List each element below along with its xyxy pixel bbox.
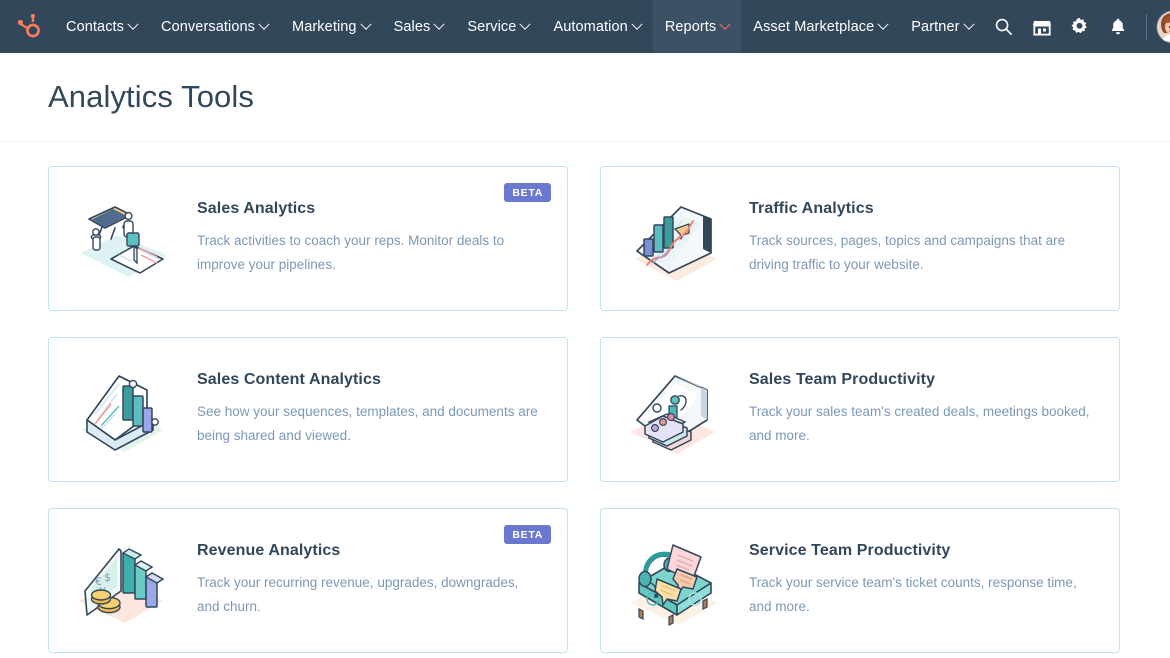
hubspot-sprocket-logo[interactable] bbox=[0, 0, 54, 53]
nav-item-marketing[interactable]: Marketing bbox=[280, 0, 382, 53]
nav-item-partner[interactable]: Partner bbox=[899, 0, 984, 53]
nav-item-label: Conversations bbox=[161, 18, 256, 35]
nav-item-contacts[interactable]: Contacts bbox=[54, 0, 149, 53]
chevron-down-icon bbox=[433, 18, 446, 30]
nav-actions bbox=[985, 0, 1170, 53]
card-title: Sales Analytics bbox=[197, 200, 316, 217]
card-title: Sales Content Analytics bbox=[197, 371, 381, 388]
nav-item-conversations[interactable]: Conversations bbox=[149, 0, 280, 53]
avatar[interactable] bbox=[1155, 9, 1170, 44]
chevron-down-icon bbox=[359, 18, 372, 30]
card-title: Traffic Analytics bbox=[749, 200, 874, 217]
nav-item-service[interactable]: Service bbox=[455, 0, 541, 53]
card-description: Track your sales team's created deals, m… bbox=[749, 404, 1090, 443]
card-body: Service Team Productivity Track your ser… bbox=[749, 542, 1097, 619]
currency-coins-bar-chart-illustration: € $ ¥ bbox=[67, 531, 179, 631]
svg-text:$: $ bbox=[104, 571, 111, 584]
card-body: Revenue Analytics Track your recurring r… bbox=[197, 542, 545, 619]
card-sales-content-analytics[interactable]: Sales Content Analytics See how your seq… bbox=[48, 337, 568, 482]
status-badge: BETA bbox=[504, 183, 551, 202]
card-title: Revenue Analytics bbox=[197, 542, 341, 559]
card-sales-team-productivity[interactable]: Sales Team Productivity Track your sales… bbox=[600, 337, 1120, 482]
page-title: Analytics Tools bbox=[48, 79, 254, 114]
dashboard-cards-illustration bbox=[619, 360, 731, 460]
nav-item-sales[interactable]: Sales bbox=[382, 0, 456, 53]
primary-nav-menu: Contacts Conversations Marketing Sales S… bbox=[54, 0, 985, 53]
card-body: Sales Analytics Track activities to coac… bbox=[197, 200, 545, 277]
card-traffic-analytics[interactable]: Traffic Analytics Track sources, pages, … bbox=[600, 166, 1120, 311]
marketplace-storefront-icon bbox=[1032, 20, 1051, 36]
card-service-team-productivity[interactable]: Service Team Productivity Track your ser… bbox=[600, 508, 1120, 653]
nav-item-label: Sales bbox=[393, 18, 431, 35]
card-description: Track your service team's ticket counts,… bbox=[749, 575, 1077, 614]
chevron-down-icon bbox=[519, 18, 532, 30]
chevron-down-icon bbox=[127, 18, 139, 30]
nav-item-label: Marketing bbox=[292, 18, 357, 35]
card-sales-analytics[interactable]: Sales Analytics Track activities to coac… bbox=[48, 166, 568, 311]
headset-support-desk-illustration bbox=[619, 531, 731, 631]
card-description: See how your sequences, templates, and d… bbox=[197, 404, 538, 443]
card-revenue-analytics[interactable]: € $ ¥ Revenue Analytics Track y bbox=[48, 508, 568, 653]
chevron-down-icon bbox=[719, 18, 731, 30]
chevron-down-icon bbox=[962, 18, 975, 30]
nav-item-reports[interactable]: Reports bbox=[652, 0, 742, 53]
laptop-bar-chart-illustration bbox=[619, 189, 731, 289]
hubspot-sprocket-logo-icon bbox=[17, 13, 40, 37]
analytics-tools-content: Sales Analytics Track activities to coac… bbox=[0, 142, 1170, 653]
chevron-down-icon bbox=[631, 18, 643, 30]
top-navigation-bar: Contacts Conversations Marketing Sales S… bbox=[0, 0, 1170, 53]
card-body: Traffic Analytics Track sources, pages, … bbox=[749, 200, 1097, 277]
card-description: Track activities to coach your reps. Mon… bbox=[197, 233, 505, 272]
analytics-tools-grid: Sales Analytics Track activities to coac… bbox=[48, 166, 1122, 653]
chevron-down-icon bbox=[877, 18, 889, 30]
page-header: Analytics Tools bbox=[0, 53, 1170, 142]
search-icon bbox=[995, 18, 1012, 35]
card-description: Track sources, pages, topics and campaig… bbox=[749, 233, 1066, 272]
nav-item-label: Reports bbox=[664, 18, 717, 35]
notifications-button[interactable] bbox=[1099, 0, 1137, 53]
nav-item-label: Automation bbox=[553, 18, 628, 35]
chevron-down-icon bbox=[258, 18, 270, 30]
user-avatar-image bbox=[1156, 10, 1170, 43]
marketplace-button[interactable] bbox=[1023, 0, 1061, 53]
nav-item-label: Service bbox=[467, 18, 517, 35]
settings-button[interactable] bbox=[1061, 0, 1099, 53]
chalkboard-people-book-illustration bbox=[67, 189, 179, 289]
card-title: Service Team Productivity bbox=[749, 542, 951, 559]
status-badge: BETA bbox=[504, 525, 551, 544]
card-body: Sales Content Analytics See how your seq… bbox=[197, 371, 545, 448]
nav-item-label: Contacts bbox=[66, 18, 125, 35]
bell-notifications-icon bbox=[1111, 18, 1124, 35]
card-description: Track your recurring revenue, upgrades, … bbox=[197, 575, 519, 614]
nav-item-automation[interactable]: Automation bbox=[541, 0, 652, 53]
nav-item-asset-marketplace[interactable]: Asset Marketplace bbox=[741, 0, 899, 53]
card-body: Sales Team Productivity Track your sales… bbox=[749, 371, 1097, 448]
card-title: Sales Team Productivity bbox=[749, 371, 936, 388]
nav-item-label: Partner bbox=[911, 18, 960, 35]
nav-item-label: Asset Marketplace bbox=[753, 18, 875, 35]
nav-divider bbox=[1145, 13, 1147, 40]
gear-icon bbox=[1071, 17, 1087, 34]
search-button[interactable] bbox=[985, 0, 1023, 53]
document-bar-chart-illustration bbox=[67, 360, 179, 460]
